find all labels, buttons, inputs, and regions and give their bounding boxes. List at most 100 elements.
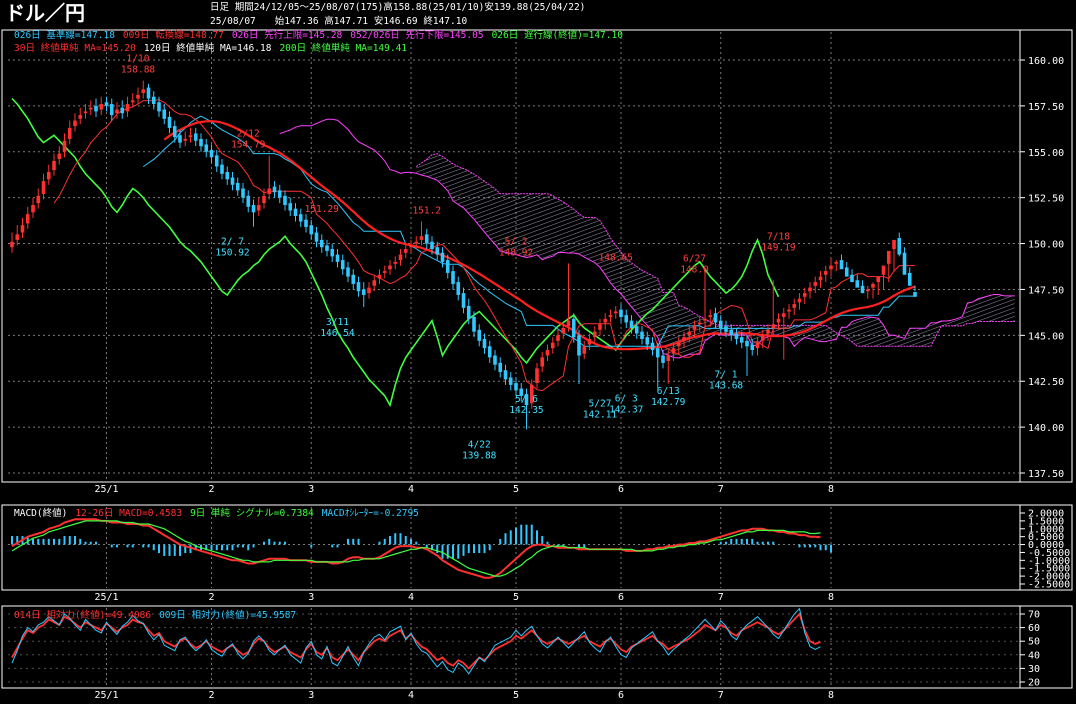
ichimoku-cloud-segment (542, 193, 548, 260)
annotation-date: 6/13 (657, 386, 680, 397)
x-tick-label: 8 (828, 690, 834, 701)
candle-body (251, 205, 256, 213)
y-tick-label: 150.00 (1028, 240, 1064, 251)
candle-body (372, 280, 377, 286)
candle-body (860, 285, 865, 294)
candle-body (508, 377, 513, 385)
candle-body (188, 135, 193, 138)
candle-body (277, 190, 282, 198)
ichimoku-cloud-segment (584, 217, 590, 260)
candle-body (792, 304, 797, 308)
ichimoku-cloud-segment (678, 305, 684, 359)
candle-body (498, 362, 503, 373)
ichimoku-cloud-segment (468, 171, 474, 220)
ichimoku-cloud-segment (636, 266, 642, 320)
candle-body (309, 225, 314, 235)
candle-body (624, 315, 629, 323)
ichimoku-cloud-segment (610, 238, 616, 289)
legend-main-item: 026日 基準線=147.18 (14, 29, 115, 41)
ichimoku-cloud-segment (589, 217, 595, 263)
candle-body (781, 313, 786, 317)
candle-body (456, 282, 461, 295)
x-tick-label: 7 (718, 690, 724, 701)
candle-body (31, 205, 35, 213)
candle-body (435, 247, 440, 255)
x-tick-label: 2 (208, 484, 214, 495)
legend-macd-item: 9日 単純 シグナル=0.7384 (190, 507, 314, 519)
y-tick-label: 142.50 (1028, 377, 1064, 388)
candle-body (393, 261, 398, 264)
candle-body (46, 171, 51, 180)
ichimoku-cloud-segment (684, 307, 690, 357)
candle-body (734, 333, 739, 340)
candle-body (214, 155, 219, 167)
annotation-date: 5/ 6 (515, 394, 538, 405)
annotation-date: 7/18 (767, 231, 790, 242)
ichimoku-cloud-segment (694, 313, 700, 355)
candle-body (262, 195, 266, 204)
candle-body (608, 315, 613, 317)
ichimoku-cloud-segment (967, 301, 973, 324)
ichimoku-cloud-segment (484, 181, 490, 239)
ichimoku-cloud-segment (573, 209, 579, 254)
candle-body (640, 331, 644, 340)
candle-body (256, 205, 261, 211)
candle-body (267, 188, 272, 194)
candle-body (461, 293, 466, 308)
candle-body (41, 181, 46, 194)
macd-tick-label: 2.0000 (1028, 509, 1064, 520)
legend-macd-item: MACD(終値) (14, 507, 67, 519)
candle-body (561, 327, 566, 334)
annotation-date: 6/27 (683, 253, 706, 264)
ichimoku-cloud-segment (873, 317, 879, 347)
annotation-value: 142.37 (609, 405, 643, 416)
x-tick-label: 3 (308, 690, 314, 701)
ichimoku-cloud-segment (857, 318, 863, 347)
candle-body (335, 254, 340, 262)
rsi-tick-label: 50 (1028, 637, 1040, 648)
candle-body (829, 265, 833, 270)
ichimoku-cloud-segment (993, 294, 999, 322)
candle-body (577, 335, 581, 356)
x-tick-label: 4 (408, 592, 414, 603)
candle-body (130, 100, 135, 103)
y-tick-label: 140.00 (1028, 423, 1064, 434)
ichimoku-cloud-segment (815, 325, 821, 342)
candle-body (120, 107, 125, 114)
candle-body (293, 208, 298, 217)
y-tick-label: 145.00 (1028, 331, 1064, 342)
x-tick-label: 7 (718, 592, 724, 603)
ichimoku-cloud-segment (453, 163, 459, 205)
x-tick-label: 5 (513, 484, 519, 495)
legend-main-item: 200日 終値単純 MA=149.41 (279, 42, 407, 54)
candle-body (587, 339, 592, 345)
rsi-tick-label: 70 (1028, 610, 1040, 621)
candle-body (514, 383, 518, 391)
annotation-value: 148.65 (599, 252, 633, 263)
ichimoku-cloud-segment (552, 195, 558, 257)
ichimoku-cloud-segment (999, 294, 1005, 322)
ichimoku-cloud-segment (668, 292, 674, 358)
candle-body (109, 104, 114, 116)
candle-body (692, 326, 697, 330)
annotation-date: 7/ 1 (715, 370, 738, 381)
candle-body (472, 316, 476, 332)
candle-body (592, 331, 597, 338)
candle-body (855, 280, 860, 288)
rsi-tick-label: 20 (1028, 678, 1040, 689)
candle-body (802, 293, 807, 297)
ichimoku-cloud-segment (537, 193, 543, 260)
candle-body (892, 239, 896, 250)
annotation-date: 4/22 (468, 439, 491, 450)
ichimoku-cloud-segment (463, 168, 469, 214)
ichimoku-cloud-segment (925, 322, 931, 347)
candle-body (377, 274, 382, 279)
candle-body (367, 287, 371, 294)
candle-body (598, 324, 602, 330)
ichimoku-cloud-segment (920, 328, 926, 347)
candle-body (283, 195, 287, 206)
y-tick-label: 152.50 (1028, 194, 1064, 205)
candle-body (913, 292, 917, 297)
annotation-date: 2/ 7 (221, 237, 244, 248)
candle-body (629, 320, 634, 328)
